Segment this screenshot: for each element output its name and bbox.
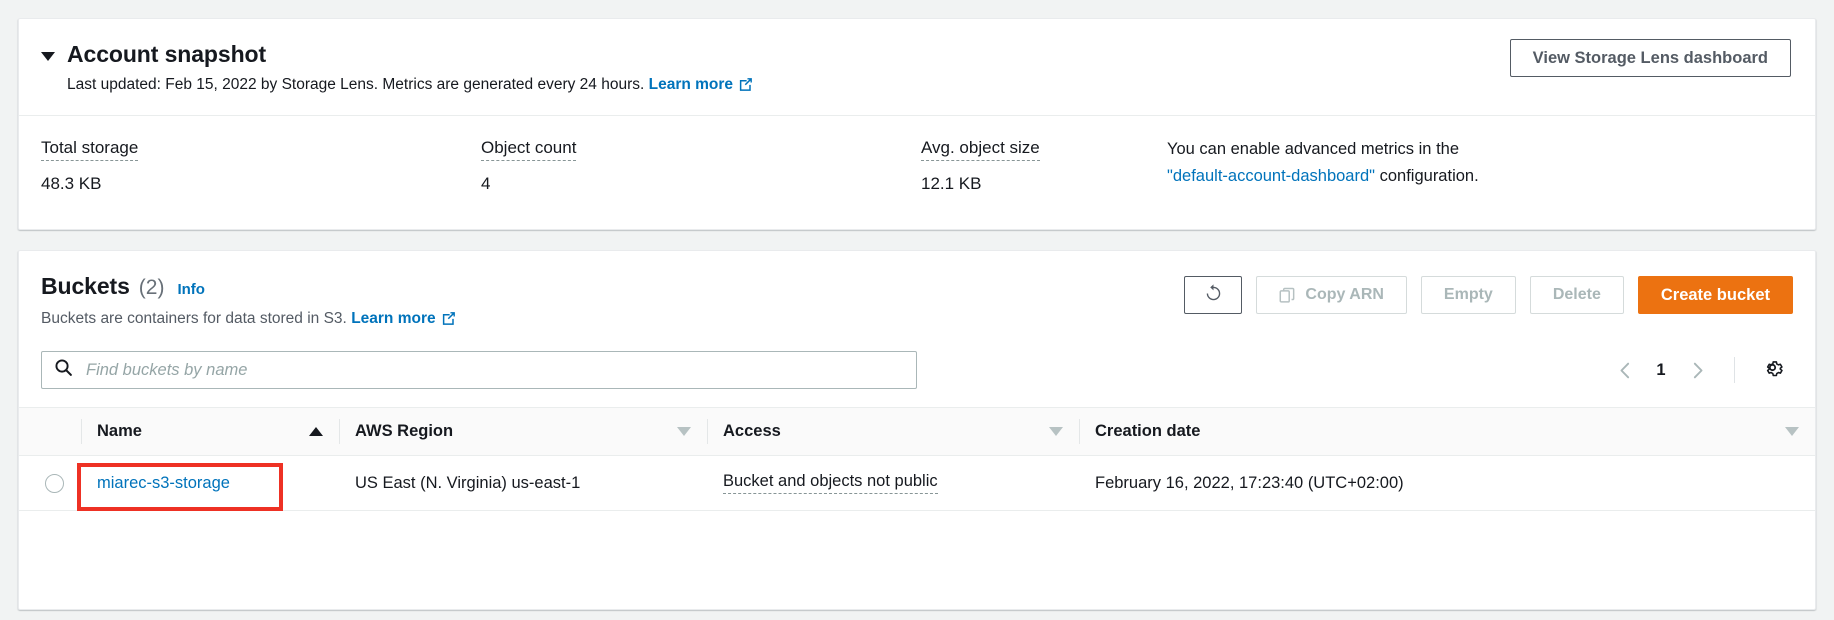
buckets-filter-toolbar: 1 [19,331,1815,389]
buckets-table-head: Name AWS Region Access Creation date [19,407,1815,456]
metric-object-count-value: 4 [481,173,491,193]
table-header-aws-region[interactable]: AWS Region [339,407,707,456]
caret-down-icon[interactable] [41,52,55,61]
account-snapshot-subtitle: Last updated: Feb 15, 2022 by Storage Le… [67,75,753,99]
table-header-row: Name AWS Region Access Creation date [19,407,1815,456]
row-creation-date-cell: February 16, 2022, 17:23:40 (UTC+02:00) [1079,455,1815,511]
table-header-name[interactable]: Name [81,407,339,456]
column-divider [1079,419,1080,444]
buckets-card: Buckets (2) Info Buckets are containers … [18,250,1816,610]
s3-buckets-page: Account snapshot Last updated: Feb 15, 2… [0,0,1834,620]
advanced-metrics-line1: You can enable advanced metrics in the [1167,139,1460,158]
buckets-table: Name AWS Region Access Creation date mia… [19,407,1815,511]
buckets-description: Buckets are containers for data stored i… [41,310,456,331]
refresh-icon [1204,284,1223,306]
row-access-cell: Bucket and objects not public [707,455,1079,511]
sort-none-icon [1785,427,1799,436]
account-snapshot-header-left: Account snapshot Last updated: Feb 15, 2… [41,39,753,99]
table-header-access[interactable]: Access [707,407,1079,456]
account-snapshot-title-row: Account snapshot [41,41,753,68]
table-header-creation-date-label: Creation date [1095,422,1201,440]
buckets-actions-toolbar: Copy ARN Empty Delete Create bucket [1184,273,1793,314]
sort-ascending-icon [309,427,323,436]
pagination-divider [1734,357,1735,383]
search-icon [54,358,73,382]
metric-object-count: Object count 4 [481,138,921,194]
delete-button[interactable]: Delete [1529,276,1624,314]
row-radio-button[interactable] [45,473,64,493]
row-region-cell: US East (N. Virginia) us-east-1 [339,455,707,511]
page-title: Account snapshot [67,41,267,67]
table-header-creation-date[interactable]: Creation date [1079,407,1815,456]
external-link-icon [738,77,753,99]
pagination-next-button[interactable] [1680,353,1714,387]
metric-avg-object-size-label[interactable]: Avg. object size [921,138,1040,161]
table-header-select [19,407,81,456]
column-divider [707,419,708,444]
metric-total-storage-label[interactable]: Total storage [41,138,139,161]
default-account-dashboard-link[interactable]: "default-account-dashboard" [1167,167,1375,185]
buckets-title-row: Buckets (2) Info [41,273,456,300]
row-select-cell [19,455,81,511]
buckets-table-body: miarec-s3-storage US East (N. Virginia) … [19,455,1815,511]
metric-total-storage-value: 48.3 KB [41,173,102,193]
copy-arn-button[interactable]: Copy ARN [1256,276,1407,314]
table-preferences-button[interactable] [1755,353,1789,387]
view-storage-lens-dashboard-button[interactable]: View Storage Lens dashboard [1509,39,1791,77]
account-snapshot-card: Account snapshot Last updated: Feb 15, 2… [18,18,1816,230]
search-buckets-box[interactable] [41,351,917,389]
snapshot-metrics: Total storage 48.3 KB Object count 4 Avg… [19,116,1815,194]
buckets-header: Buckets (2) Info Buckets are containers … [19,251,1815,331]
buckets-info-link[interactable]: Info [177,281,205,298]
table-header-name-label: Name [97,422,142,440]
table-header-access-label: Access [723,422,781,440]
last-updated-text: Last updated: Feb 15, 2022 by Storage Le… [67,76,645,93]
buckets-learn-more-link[interactable]: Learn more [351,310,435,327]
account-snapshot-header: Account snapshot Last updated: Feb 15, 2… [19,19,1815,115]
metric-object-count-label[interactable]: Object count [481,138,577,161]
empty-button[interactable]: Empty [1420,276,1516,314]
table-row[interactable]: miarec-s3-storage US East (N. Virginia) … [19,455,1815,511]
refresh-button[interactable] [1184,276,1243,314]
access-status-text[interactable]: Bucket and objects not public [723,472,938,494]
sort-none-icon [1049,427,1063,436]
pagination-page-1[interactable]: 1 [1646,361,1676,380]
copy-arn-label: Copy ARN [1305,286,1384,303]
buckets-count: (2) [138,276,165,299]
pagination: 1 [1608,353,1789,387]
snapshot-learn-more-link[interactable]: Learn more [649,76,733,93]
search-input[interactable] [84,359,904,381]
sort-none-icon [677,427,691,436]
row-name-cell: miarec-s3-storage [81,455,339,511]
buckets-header-left: Buckets (2) Info Buckets are containers … [41,273,456,331]
column-divider [81,419,82,444]
pagination-prev-button[interactable] [1608,353,1642,387]
external-link-icon [441,311,456,331]
advanced-metrics-notice: You can enable advanced metrics in the "… [1167,136,1587,190]
advanced-metrics-line2: configuration. [1379,167,1479,186]
create-bucket-button[interactable]: Create bucket [1637,276,1793,314]
metric-total-storage: Total storage 48.3 KB [41,138,481,194]
copy-icon [1279,287,1296,304]
gear-icon [1762,357,1783,383]
column-divider [339,419,340,444]
bucket-name-link[interactable]: miarec-s3-storage [97,474,230,492]
table-header-aws-region-label: AWS Region [355,422,454,440]
buckets-title: Buckets [41,273,130,299]
buckets-description-text: Buckets are containers for data stored i… [41,310,347,327]
